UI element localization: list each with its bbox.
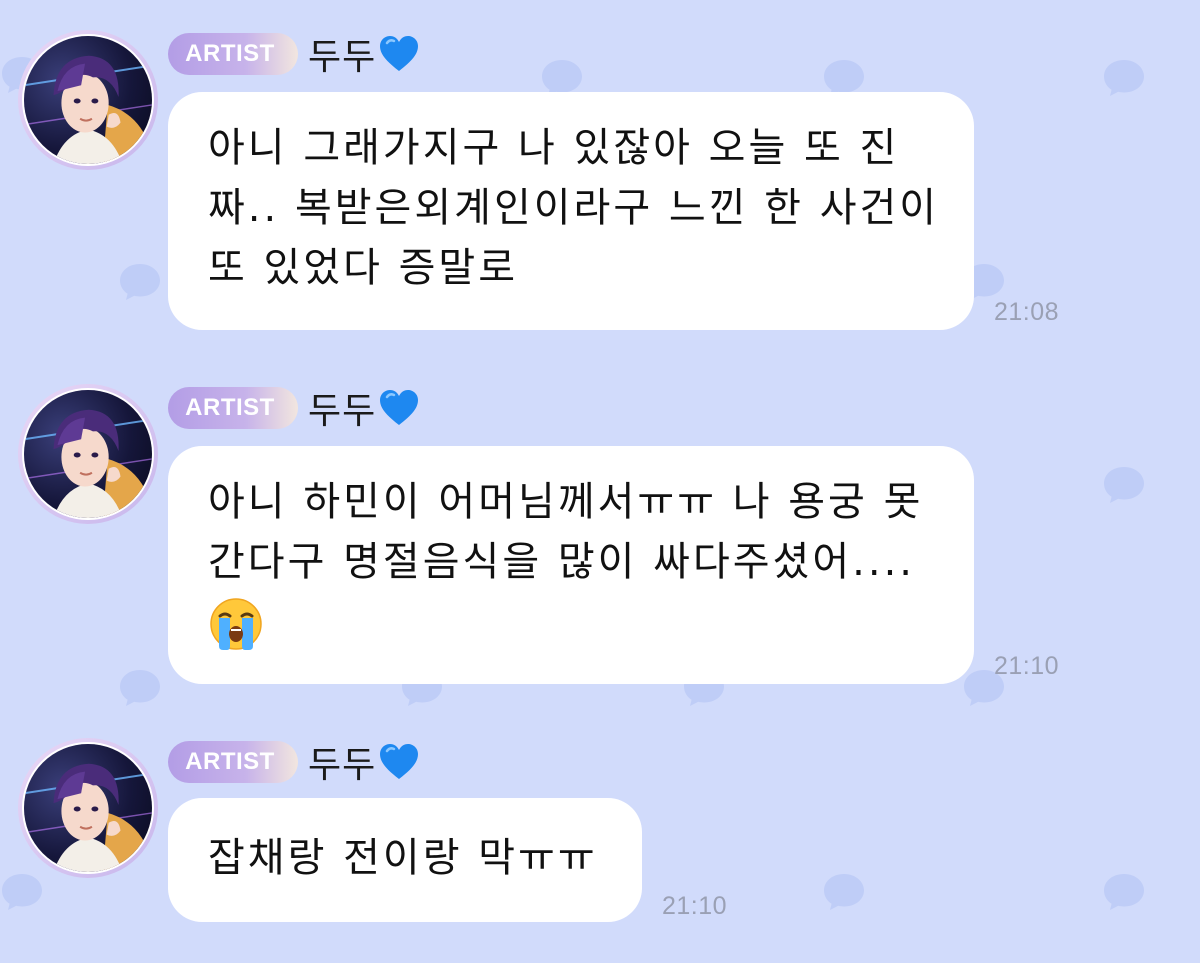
sender-name-row: ARTIST 두두 bbox=[168, 386, 420, 432]
chat-message: ARTIST 두두 잡채랑 전이랑 막ㅠㅠ 21:10 bbox=[0, 738, 1200, 938]
blue-heart-icon bbox=[378, 742, 420, 782]
message-bubble[interactable]: 아니 하민이 어머님께서ㅠㅠ 나 용궁 못 간다구 명절음식을 많이 싸다주셨어… bbox=[168, 446, 974, 684]
message-bubble[interactable]: 아니 그래가지구 나 있잖아 오늘 또 진 짜.. 복받은외계인이라구 느낀 한… bbox=[168, 92, 974, 330]
message-bubble[interactable]: 잡채랑 전이랑 막ㅠㅠ bbox=[168, 798, 642, 922]
message-text-line: 잡채랑 전이랑 막ㅠㅠ bbox=[208, 835, 598, 881]
sender-name: 두두 bbox=[308, 382, 420, 434]
sender-avatar[interactable] bbox=[18, 384, 158, 524]
message-text-line: 또 있었다 증말로 bbox=[208, 245, 519, 291]
sender-name: 두두 bbox=[308, 28, 420, 80]
sender-name-text: 두두 bbox=[308, 37, 377, 78]
sender-name-text: 두두 bbox=[308, 745, 377, 786]
message-timestamp: 21:10 bbox=[994, 652, 1060, 680]
message-text-line: 짜.. 복받은외계인이라구 느낀 한 사건이 bbox=[208, 185, 940, 231]
loudly-crying-face-icon bbox=[208, 596, 264, 652]
sender-avatar[interactable] bbox=[18, 738, 158, 878]
message-text-line: 아니 그래가지구 나 있잖아 오늘 또 진 bbox=[208, 125, 900, 171]
artist-badge: ARTIST bbox=[168, 741, 298, 783]
chat-message: ARTIST 두두 아니 하민이 어머님께서ㅠㅠ 나 용궁 못 간다구 명절음식… bbox=[0, 384, 1200, 694]
avatar-portrait-icon bbox=[24, 390, 152, 518]
chat-message: ARTIST 두두 아니 그래가지구 나 있잖아 오늘 또 진 짜.. 복받은외… bbox=[0, 30, 1200, 340]
sender-name-text: 두두 bbox=[308, 391, 377, 432]
message-text-line: 아니 하민이 어머님께서ㅠㅠ 나 용궁 못 bbox=[208, 479, 924, 525]
message-text-line: 간다구 명절음식을 많이 싸다주셨어.... bbox=[208, 539, 916, 585]
sender-avatar[interactable] bbox=[18, 30, 158, 170]
message-timestamp: 21:08 bbox=[994, 298, 1060, 326]
message-timestamp: 21:10 bbox=[662, 892, 728, 920]
avatar-portrait-icon bbox=[24, 744, 152, 872]
sender-name-row: ARTIST 두두 bbox=[168, 32, 420, 78]
artist-badge: ARTIST bbox=[168, 33, 298, 75]
avatar-portrait-icon bbox=[24, 36, 152, 164]
blue-heart-icon bbox=[378, 388, 420, 428]
sender-name-row: ARTIST 두두 bbox=[168, 740, 420, 786]
message-emoji-line bbox=[208, 592, 938, 652]
sender-name: 두두 bbox=[308, 736, 420, 788]
blue-heart-icon bbox=[378, 34, 420, 74]
artist-badge: ARTIST bbox=[168, 387, 298, 429]
